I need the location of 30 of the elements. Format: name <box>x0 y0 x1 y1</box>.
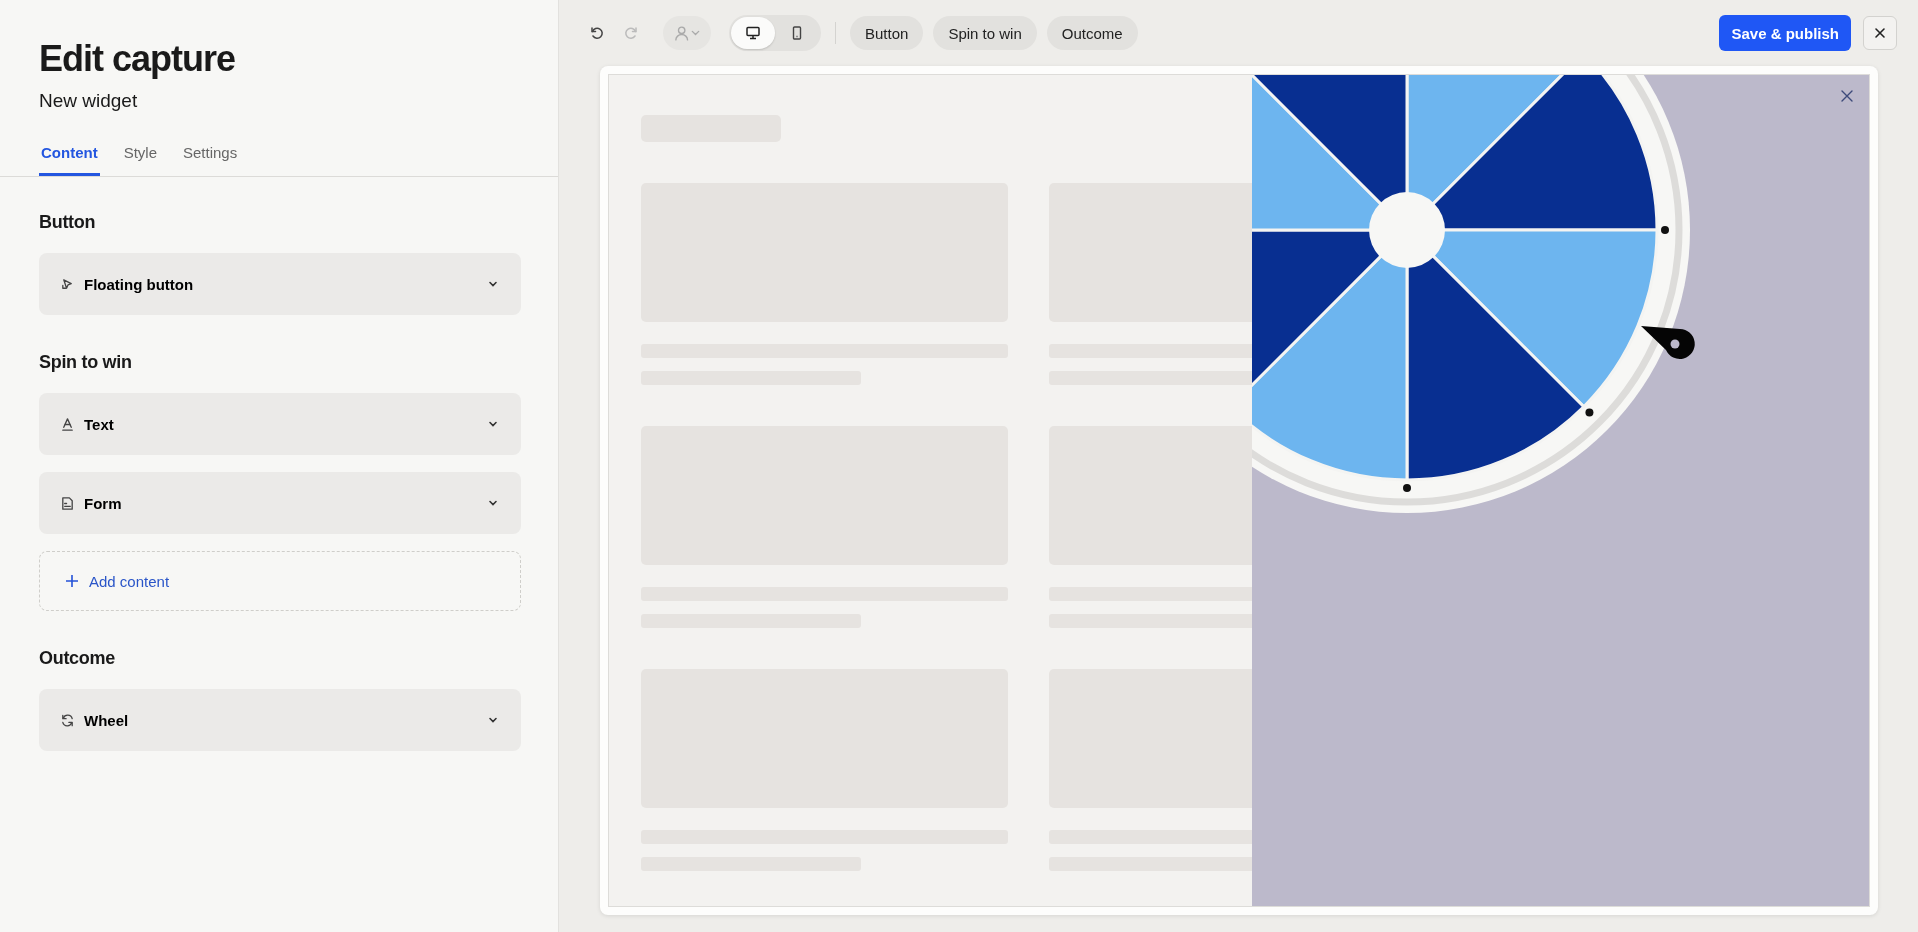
refresh-icon <box>60 712 75 728</box>
section-heading: Button <box>39 211 97 233</box>
section-chip[interactable]: Spin to win <box>933 16 1037 50</box>
cursor-icon <box>60 276 75 292</box>
save-publish-button[interactable]: Save & publish <box>1719 15 1851 51</box>
text-format-icon <box>60 416 75 432</box>
section-heading: Outcome <box>39 647 116 669</box>
panel-subtitle: New widget <box>39 90 139 112</box>
tab[interactable]: Content <box>39 134 100 176</box>
content-block[interactable]: Form <box>39 472 521 534</box>
section-heading: Spin to win <box>39 351 133 373</box>
section-chip[interactable]: Button <box>850 16 924 50</box>
desktop-button[interactable] <box>731 17 775 49</box>
person-icon <box>673 24 701 42</box>
content-block[interactable]: Wheel <box>39 689 521 751</box>
content-block[interactable]: Floating button <box>39 253 521 315</box>
tab[interactable]: Style <box>121 134 159 176</box>
close-icon <box>1873 26 1887 40</box>
panel-title: Edit capture <box>39 38 237 80</box>
add-content-button[interactable]: Add content <box>39 551 521 611</box>
content-block[interactable]: Text <box>39 393 521 455</box>
monitor-icon <box>745 25 761 41</box>
undo-icon <box>589 25 605 41</box>
close-icon <box>1840 89 1854 103</box>
plus-icon <box>65 574 79 588</box>
form-icon <box>60 495 75 511</box>
tab[interactable]: Settings <box>181 134 240 176</box>
redo-icon <box>623 25 639 41</box>
close-button[interactable] <box>1863 16 1897 50</box>
section-chip[interactable]: Outcome <box>1046 16 1138 50</box>
